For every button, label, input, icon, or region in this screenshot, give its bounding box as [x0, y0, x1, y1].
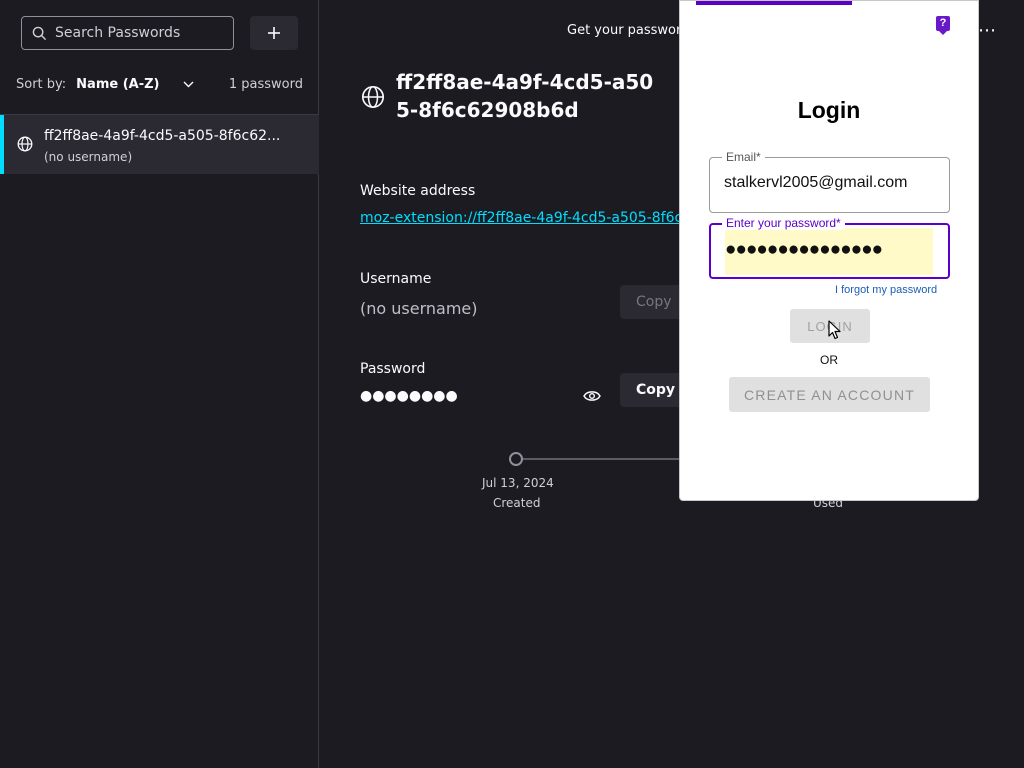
create-account-button[interactable]: CREATE AN ACCOUNT — [729, 377, 930, 412]
sort-label: Sort by: — [16, 76, 67, 92]
timeline-line — [522, 458, 682, 460]
search-input[interactable] — [55, 25, 225, 41]
login-heading: Login — [797, 97, 861, 123]
copy-password-button[interactable]: Copy — [620, 373, 682, 407]
timeline-dot — [509, 452, 523, 466]
password-count: 1 password — [228, 76, 303, 92]
password-label: Password — [360, 361, 426, 377]
created-label: Created — [493, 496, 541, 510]
password-value: ●●●●●●●● — [360, 388, 458, 404]
list-item-title: ff2ff8ae-4a9f-4cd5-a505-8f6c62... — [44, 128, 281, 144]
get-password-text[interactable]: Get your password — [567, 23, 689, 38]
search-icon — [32, 26, 47, 40]
chevron-down-icon[interactable] — [183, 81, 194, 88]
globe-icon — [361, 85, 385, 109]
password-field-label: Enter your password* — [722, 216, 845, 230]
or-separator: OR — [820, 353, 838, 367]
list-item-username: (no username) — [44, 150, 133, 164]
website-label: Website address — [360, 183, 476, 199]
plus-icon — [268, 27, 280, 39]
forgot-password-link[interactable]: I forgot my password — [835, 284, 937, 296]
help-icon[interactable]: ? — [936, 16, 950, 35]
created-date: Jul 13, 2024 — [482, 476, 554, 490]
more-options-icon[interactable]: ⋯ — [978, 20, 996, 41]
list-item[interactable]: ff2ff8ae-4a9f-4cd5-a505-8f6c62... (no us… — [0, 115, 319, 174]
search-box[interactable] — [21, 16, 234, 50]
login-popup: ? Login Email* Enter your password* ●●●●… — [679, 0, 979, 501]
copy-username-button[interactable]: Copy — [620, 285, 682, 319]
username-label: Username — [360, 271, 432, 287]
sidebar: Sort by: Name (A-Z) 1 password ff2ff8ae-… — [0, 0, 319, 768]
add-password-button[interactable] — [250, 16, 298, 50]
page-title: ff2ff8ae-4a9f-4cd5-a505-8f6c62908b6d — [396, 70, 654, 122]
progress-bar — [696, 1, 852, 5]
sort-select[interactable]: Name (A-Z) — [76, 77, 159, 92]
email-input[interactable] — [724, 174, 934, 192]
sort-row: Sort by: Name (A-Z) 1 password — [16, 74, 303, 94]
password-field[interactable]: Enter your password* ●●●●●●●●●●●●●●● — [709, 216, 950, 279]
email-field[interactable]: Email* — [709, 150, 950, 213]
email-label: Email* — [722, 150, 765, 164]
password-input[interactable]: ●●●●●●●●●●●●●●● — [725, 239, 883, 261]
eye-icon[interactable] — [583, 389, 601, 403]
website-link[interactable]: moz-extension://ff2ff8ae-4a9f-4cd5-a505-… — [360, 210, 680, 226]
mouse-cursor-icon — [828, 320, 841, 340]
globe-icon — [17, 136, 33, 152]
username-value: (no username) — [360, 299, 478, 318]
